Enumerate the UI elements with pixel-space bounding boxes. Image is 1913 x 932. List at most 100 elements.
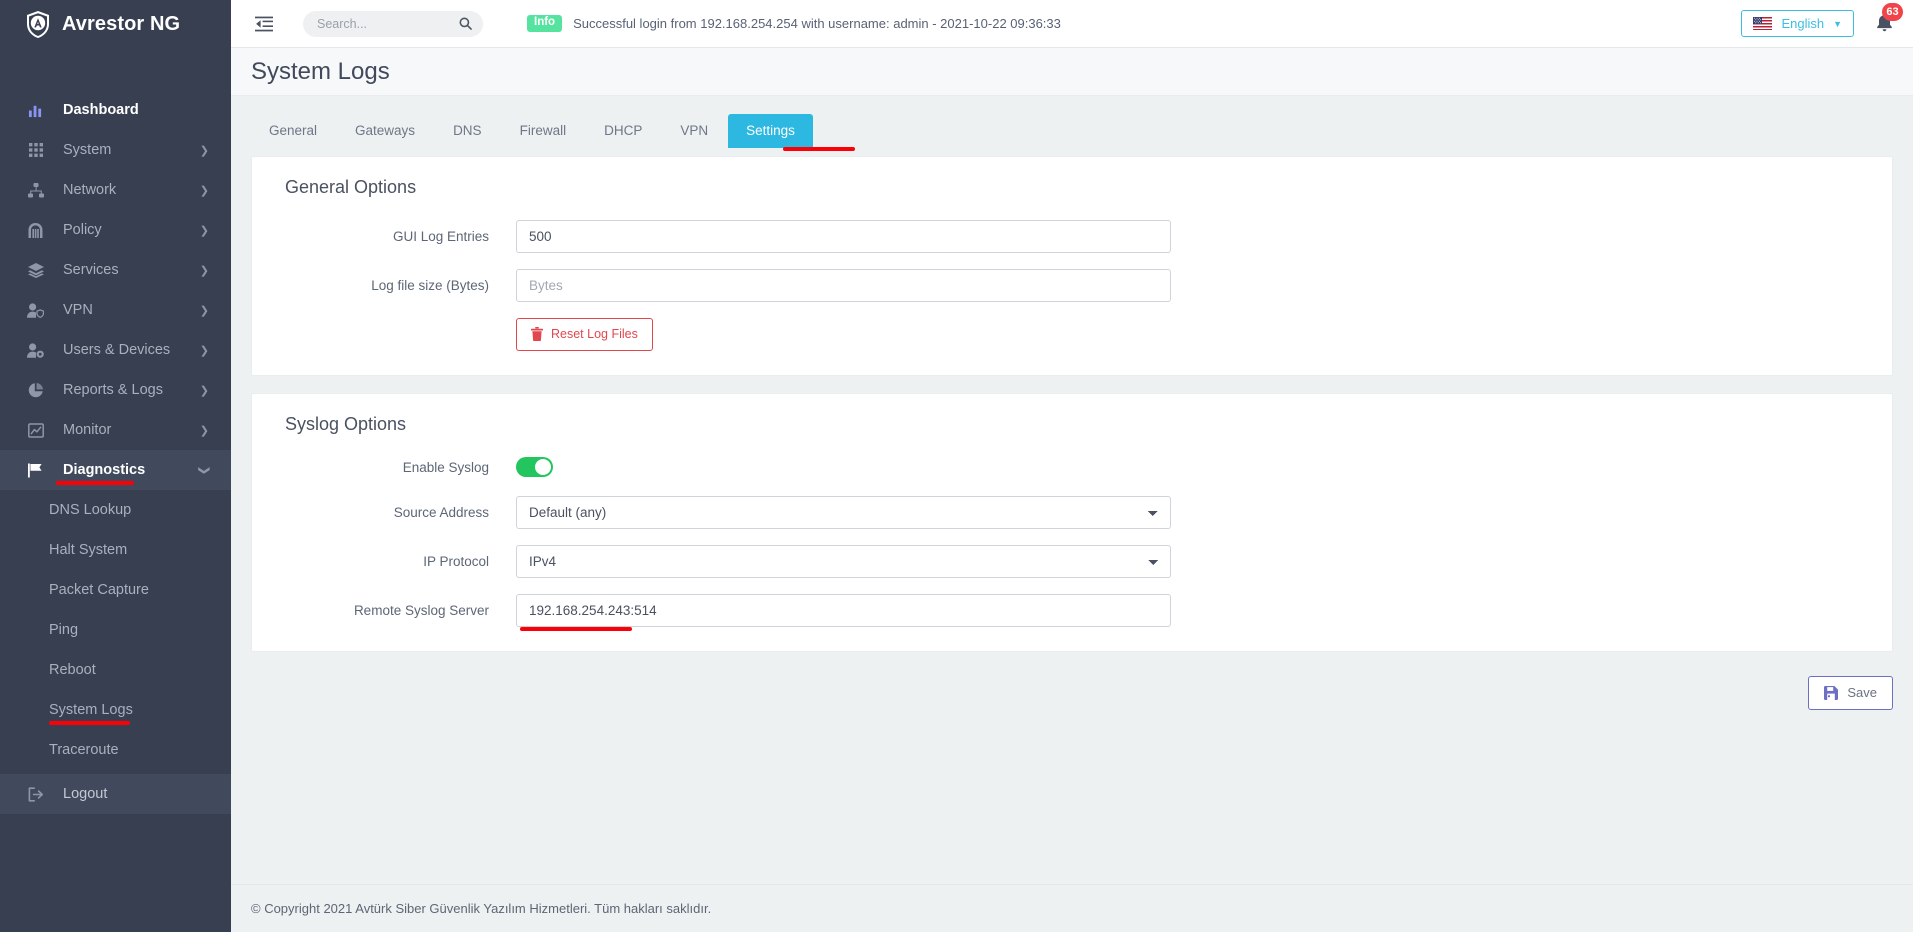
user-cog-icon bbox=[25, 340, 46, 361]
sidebar-item-vpn[interactable]: VPN ❯ bbox=[0, 290, 231, 330]
sidebar-item-reports-logs[interactable]: Reports & Logs ❯ bbox=[0, 370, 231, 410]
sidebar-item-logout[interactable]: Logout bbox=[0, 774, 231, 814]
save-row: Save bbox=[231, 652, 1913, 710]
bar-chart-icon bbox=[25, 100, 46, 121]
logout-section: Logout bbox=[0, 774, 231, 814]
annotation-underline-settings-tab bbox=[783, 147, 855, 151]
sidebar-item-services[interactable]: Services ❯ bbox=[0, 250, 231, 290]
sidebar-item-label: Services bbox=[63, 262, 119, 278]
sidebar-item-system[interactable]: System ❯ bbox=[0, 130, 231, 170]
tab-dhcp[interactable]: DHCP bbox=[586, 114, 660, 148]
sidebar-subitem-label: Reboot bbox=[49, 662, 96, 678]
sidebar-item-dns-lookup[interactable]: DNS Lookup bbox=[0, 490, 231, 530]
gui-log-entries-label: GUI Log Entries bbox=[392, 229, 489, 244]
grid-icon bbox=[25, 140, 46, 161]
user-shield-icon bbox=[25, 300, 46, 321]
layers-icon bbox=[25, 260, 46, 281]
sidebar-item-label: Users & Devices bbox=[63, 342, 171, 358]
notifications-button[interactable]: 63 bbox=[1876, 3, 1903, 37]
status-badge: Info bbox=[527, 15, 563, 32]
sidebar-item-diagnostics[interactable]: Diagnostics ❯ bbox=[0, 450, 231, 490]
shield-a-logo-icon bbox=[25, 10, 51, 39]
sidebar-subitem-label: Ping bbox=[49, 622, 79, 638]
sidebar-item-network[interactable]: Network ❯ bbox=[0, 170, 231, 210]
sidebar-item-system-logs[interactable]: System Logs bbox=[0, 690, 231, 730]
chevron-right-icon: ❯ bbox=[199, 144, 209, 157]
general-options-panel: General Options GUI Log Entries Log file… bbox=[251, 156, 1893, 376]
chevron-right-icon: ❯ bbox=[199, 304, 209, 317]
tab-gateways[interactable]: Gateways bbox=[337, 114, 433, 148]
pie-chart-icon bbox=[25, 380, 46, 401]
chevron-right-icon: ❯ bbox=[199, 184, 209, 197]
sidebar-item-dashboard[interactable]: Dashboard bbox=[0, 90, 231, 130]
remote-syslog-server-field-wrap bbox=[516, 594, 1171, 631]
syslog-options-title: Syslog Options bbox=[285, 414, 407, 434]
source-address-select[interactable]: Default (any) bbox=[516, 496, 1171, 529]
flag-icon bbox=[25, 460, 46, 481]
tab-dns[interactable]: DNS bbox=[435, 114, 500, 148]
chevron-right-icon: ❯ bbox=[199, 424, 209, 437]
tab-general[interactable]: General bbox=[251, 114, 335, 148]
enable-syslog-label: Enable Syslog bbox=[402, 459, 489, 475]
general-options-title: General Options bbox=[285, 177, 417, 197]
brand[interactable]: Avrestor NG bbox=[0, 0, 231, 48]
topbar-right-group: English ▼ 63 bbox=[1741, 3, 1913, 37]
search-icon[interactable] bbox=[459, 17, 472, 30]
save-label: Save bbox=[1847, 685, 1877, 700]
us-flag-icon bbox=[1753, 17, 1773, 30]
enable-syslog-row: Enable Syslog bbox=[272, 457, 1872, 477]
top-bar: Info Successful login from 192.168.254.2… bbox=[231, 0, 1913, 48]
log-file-size-label: Log file size (Bytes) bbox=[371, 278, 489, 293]
ip-protocol-select[interactable]: IPv4 bbox=[516, 545, 1171, 578]
annotation-underline-diagnostics bbox=[56, 481, 134, 485]
reset-log-files-button[interactable]: Reset Log Files bbox=[516, 318, 653, 351]
language-selector[interactable]: English ▼ bbox=[1741, 10, 1854, 37]
search-input[interactable] bbox=[315, 15, 450, 32]
page-header: System Logs bbox=[231, 48, 1913, 96]
gate-icon bbox=[25, 220, 46, 241]
sidebar-subitem-label: Packet Capture bbox=[49, 582, 149, 598]
brand-name: Avrestor NG bbox=[62, 12, 181, 35]
sidebar-item-label: VPN bbox=[63, 302, 93, 318]
sidebar-item-label: System bbox=[63, 142, 112, 158]
sidebar-item-monitor[interactable]: Monitor ❯ bbox=[0, 410, 231, 450]
save-button[interactable]: Save bbox=[1808, 676, 1893, 710]
sidebar-subitem-label: Halt System bbox=[49, 542, 128, 558]
tab-settings[interactable]: Settings bbox=[728, 114, 813, 148]
tab-firewall[interactable]: Firewall bbox=[502, 114, 585, 148]
source-address-label: Source Address bbox=[393, 505, 489, 520]
page-title: System Logs bbox=[251, 57, 390, 85]
annotation-underline-remote-syslog bbox=[520, 627, 632, 631]
gui-log-entries-input[interactable] bbox=[516, 220, 1171, 253]
chevron-right-icon: ❯ bbox=[199, 384, 209, 397]
chevron-right-icon: ❯ bbox=[199, 224, 209, 237]
sidebar-item-traceroute[interactable]: Traceroute bbox=[0, 730, 231, 770]
sidebar-item-ping[interactable]: Ping bbox=[0, 610, 231, 650]
enable-syslog-toggle[interactable] bbox=[516, 457, 553, 477]
search-box[interactable] bbox=[303, 10, 483, 37]
copyright-text: © Copyright 2021 Avtürk Siber Güvenlik Y… bbox=[251, 901, 712, 916]
sidebar-collapse-icon[interactable] bbox=[253, 13, 275, 35]
trash-icon bbox=[531, 327, 543, 341]
sidebar-item-users-devices[interactable]: Users & Devices ❯ bbox=[0, 330, 231, 370]
remote-syslog-server-input[interactable] bbox=[516, 594, 1171, 627]
chevron-right-icon: ❯ bbox=[199, 344, 209, 357]
gui-log-entries-row: GUI Log Entries bbox=[272, 220, 1872, 253]
page-content: System Logs General Gateways DNS Firewal… bbox=[231, 48, 1913, 932]
log-file-size-row: Log file size (Bytes) bbox=[272, 269, 1872, 302]
log-file-size-input[interactable] bbox=[516, 269, 1171, 302]
sidebar-item-reboot[interactable]: Reboot bbox=[0, 650, 231, 690]
sidebar-item-label: Monitor bbox=[63, 422, 112, 438]
chart-line-icon bbox=[25, 420, 46, 441]
sidebar-item-packet-capture[interactable]: Packet Capture bbox=[0, 570, 231, 610]
sidebar-item-halt-system[interactable]: Halt System bbox=[0, 530, 231, 570]
logout-icon bbox=[25, 784, 46, 805]
remote-syslog-server-label: Remote Syslog Server bbox=[353, 603, 489, 618]
reset-log-files-row: Reset Log Files bbox=[272, 318, 1872, 351]
language-label: English bbox=[1781, 16, 1825, 31]
sidebar-item-label: Reports & Logs bbox=[63, 382, 163, 398]
sidebar-item-policy[interactable]: Policy ❯ bbox=[0, 210, 231, 250]
ip-protocol-row: IP Protocol IPv4 bbox=[272, 545, 1872, 578]
tab-vpn[interactable]: VPN bbox=[662, 114, 726, 148]
chevron-right-icon: ❯ bbox=[199, 264, 209, 277]
